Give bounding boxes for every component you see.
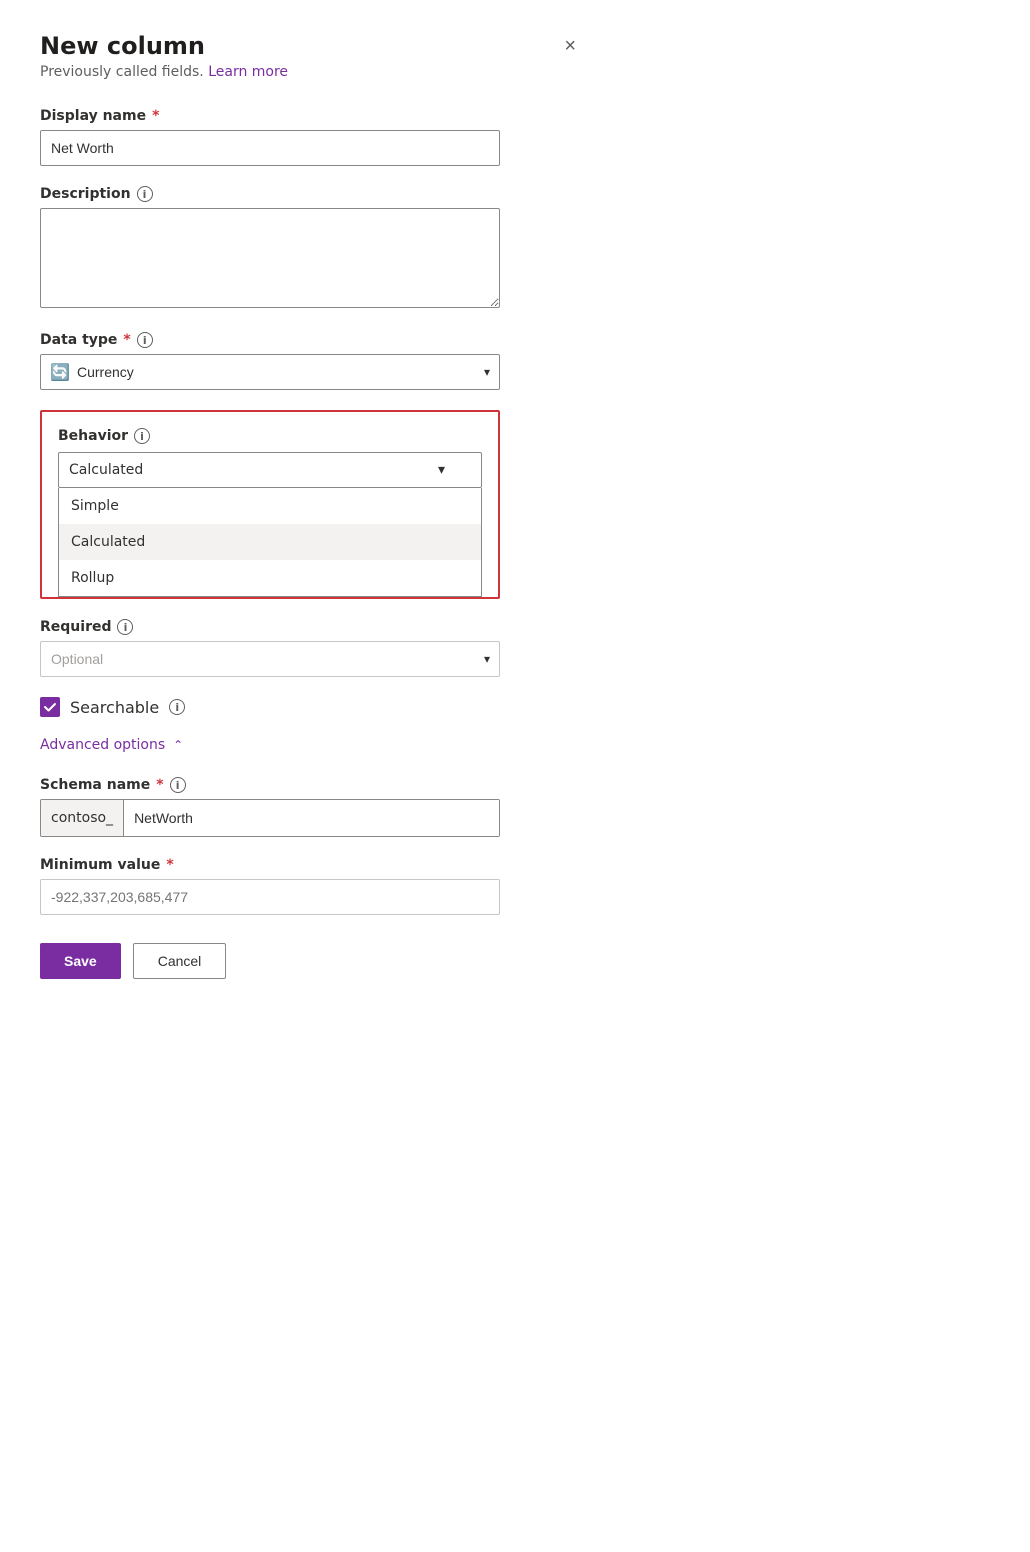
display-name-label: Display name *	[40, 108, 580, 124]
schema-name-group: Schema name * i contoso_	[40, 777, 580, 837]
description-group: Description i	[40, 186, 580, 312]
searchable-checkbox[interactable]	[40, 697, 60, 717]
required-group: Required i Optional Required ▾	[40, 619, 580, 677]
behavior-section: Behavior i Calculated ▾ Simple Calculate…	[40, 410, 500, 599]
schema-name-input[interactable]	[124, 800, 499, 836]
description-info-icon: i	[137, 186, 153, 202]
required-select-wrapper: Optional Required ▾	[40, 641, 500, 677]
panel-subtitle: Previously called fields. Learn more	[40, 64, 580, 80]
description-label: Description i	[40, 186, 580, 202]
schema-name-info-icon: i	[170, 777, 186, 793]
schema-name-field: contoso_	[40, 799, 500, 837]
required-label: Required i	[40, 619, 580, 635]
searchable-row: Searchable i	[40, 697, 580, 717]
new-column-panel: New column × Previously called fields. L…	[0, 0, 620, 1019]
data-type-info-icon: i	[137, 332, 153, 348]
cancel-button[interactable]: Cancel	[133, 943, 227, 979]
schema-name-label: Schema name * i	[40, 777, 580, 793]
display-name-input[interactable]	[40, 130, 500, 166]
behavior-label: Behavior i	[58, 428, 482, 444]
behavior-option-rollup[interactable]: Rollup	[59, 560, 481, 596]
searchable-info-icon: i	[169, 699, 185, 715]
schema-name-required-star: *	[156, 777, 163, 793]
advanced-options-chevron-icon: ⌃	[173, 738, 183, 752]
save-button[interactable]: Save	[40, 943, 121, 979]
behavior-dropdown-trigger[interactable]: Calculated ▾	[58, 452, 482, 488]
advanced-options-toggle[interactable]: Advanced options ⌃	[40, 737, 580, 753]
required-info-icon: i	[117, 619, 133, 635]
behavior-chevron-icon: ▾	[438, 462, 445, 478]
data-type-required-star: *	[123, 332, 130, 348]
advanced-options-label: Advanced options	[40, 737, 165, 753]
data-type-label: Data type * i	[40, 332, 580, 348]
minimum-value-input[interactable]	[40, 879, 500, 915]
behavior-dropdown-list: Simple Calculated Rollup	[58, 488, 482, 597]
data-type-select[interactable]: Currency Text Number Date	[40, 354, 500, 390]
display-name-group: Display name *	[40, 108, 580, 166]
data-type-group: Data type * i 🔄 Currency Text Number Dat…	[40, 332, 580, 390]
data-type-select-wrapper: 🔄 Currency Text Number Date ▾	[40, 354, 500, 390]
minimum-value-label: Minimum value *	[40, 857, 580, 873]
panel-header: New column ×	[40, 32, 580, 60]
minimum-value-group: Minimum value *	[40, 857, 580, 915]
schema-prefix: contoso_	[41, 800, 124, 836]
searchable-label: Searchable	[70, 698, 159, 717]
description-input[interactable]	[40, 208, 500, 308]
required-select[interactable]: Optional Required	[40, 641, 500, 677]
learn-more-link[interactable]: Learn more	[208, 64, 288, 80]
panel-title: New column	[40, 32, 205, 60]
close-button[interactable]: ×	[560, 32, 580, 60]
required-star: *	[152, 108, 159, 124]
behavior-option-calculated[interactable]: Calculated	[59, 524, 481, 560]
checkmark-icon	[43, 700, 57, 714]
behavior-info-icon: i	[134, 428, 150, 444]
footer-buttons: Save Cancel	[40, 943, 580, 979]
behavior-option-simple[interactable]: Simple	[59, 488, 481, 524]
minimum-value-required-star: *	[166, 857, 173, 873]
